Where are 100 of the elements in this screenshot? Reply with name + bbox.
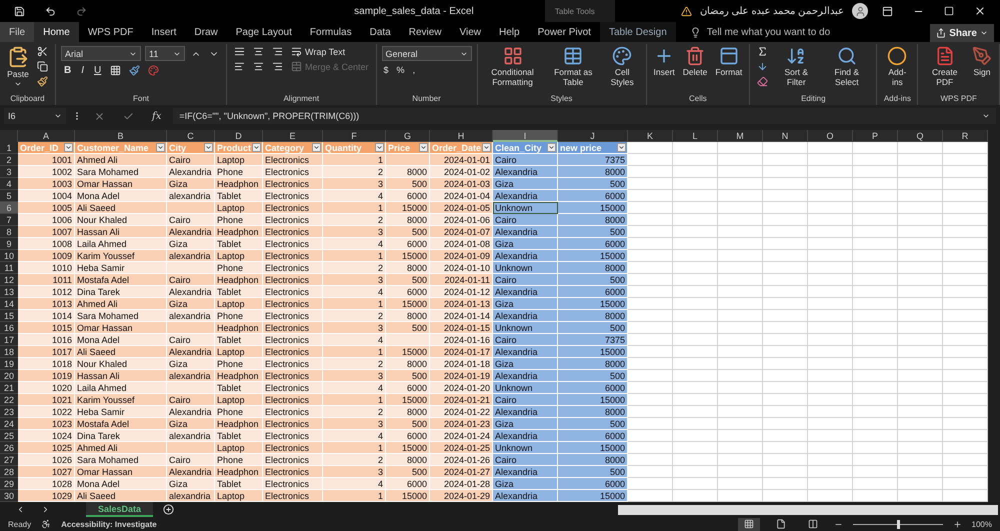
formula-field[interactable]: =IF(C6="", "Unknown", PROPER(TRIM(C6))) [173, 108, 996, 124]
ribbon-tab[interactable]: Table Design [600, 22, 676, 42]
column-header[interactable]: O [808, 130, 853, 142]
column-header[interactable]: M [718, 130, 763, 142]
column-header[interactable]: F [323, 130, 386, 142]
column-header[interactable]: N [763, 130, 808, 142]
name-box[interactable]: I6 [4, 108, 66, 124]
number-format-field[interactable]: General [382, 46, 472, 61]
align-button[interactable] [251, 61, 266, 72]
font-style-button[interactable]: B [61, 65, 74, 76]
row-header[interactable]: 20 [0, 370, 18, 382]
row-header[interactable]: 28 [0, 466, 18, 478]
row-header[interactable]: 21 [0, 382, 18, 394]
row-header[interactable]: 10 [0, 250, 18, 262]
filter-button[interactable] [156, 143, 165, 152]
font-size-field[interactable]: 11 [145, 46, 185, 61]
row-header[interactable]: 19 [0, 358, 18, 370]
sheet-tab[interactable]: SalesData [86, 502, 154, 517]
row-header[interactable]: 1 [0, 142, 18, 154]
row-header[interactable]: 24 [0, 418, 18, 430]
fill-color-button[interactable] [127, 65, 142, 76]
row-header[interactable]: 30 [0, 490, 18, 502]
row-header[interactable]: 11 [0, 262, 18, 274]
row-header[interactable]: 4 [0, 178, 18, 190]
row-header[interactable]: 2 [0, 154, 18, 166]
paste-button[interactable]: Paste [5, 44, 31, 90]
row-header[interactable]: 8 [0, 226, 18, 238]
ribbon-button[interactable]: Sign [970, 44, 994, 79]
column-header[interactable]: D [215, 130, 263, 142]
filter-button[interactable] [547, 143, 556, 152]
row-header[interactable]: 14 [0, 298, 18, 310]
tell-me-field[interactable]: Tell me what you want to do [706, 26, 830, 38]
align-button[interactable] [232, 61, 247, 72]
row-header[interactable]: 23 [0, 406, 18, 418]
column-header[interactable]: H [430, 130, 493, 142]
font-style-button[interactable]: I [78, 65, 88, 76]
column-header[interactable]: J [558, 130, 628, 142]
filter-button[interactable] [375, 143, 384, 152]
column-header[interactable]: C [167, 130, 215, 142]
row-header[interactable]: 17 [0, 334, 18, 346]
format-painter-button[interactable] [35, 76, 50, 87]
ribbon-tab[interactable]: File [0, 22, 34, 42]
ribbon-button[interactable]: Sort & Filter [774, 44, 818, 89]
align-button[interactable] [251, 46, 266, 57]
zoom-level[interactable]: 100% [972, 520, 992, 528]
font-style-button[interactable]: U [91, 65, 104, 76]
filter-button[interactable] [617, 143, 626, 152]
column-header[interactable]: G [386, 130, 430, 142]
row-header[interactable]: 25 [0, 430, 18, 442]
ribbon-button[interactable]: Format as Table [546, 44, 600, 89]
row-header[interactable]: 7 [0, 214, 18, 226]
row-header[interactable]: 22 [0, 394, 18, 406]
column-header[interactable]: A [18, 130, 75, 142]
wrap-text-button[interactable]: Wrap Text [289, 46, 348, 57]
ribbon-tab[interactable]: Home [34, 22, 79, 42]
row-header[interactable]: 26 [0, 442, 18, 454]
row-header[interactable]: 16 [0, 322, 18, 334]
ribbon-button[interactable]: Delete [680, 44, 710, 79]
ribbon-button[interactable]: Add-ins [882, 44, 912, 89]
active-cell[interactable]: Unknown [493, 202, 558, 214]
font-field[interactable]: Arial [61, 46, 141, 61]
column-header[interactable]: B [75, 130, 167, 142]
row-header[interactable]: 5 [0, 190, 18, 202]
row-header[interactable]: 18 [0, 346, 18, 358]
view-button[interactable] [738, 518, 760, 530]
ribbon-button[interactable]: Format [713, 44, 744, 79]
column-header[interactable]: K [628, 130, 673, 142]
filter-button[interactable] [312, 143, 321, 152]
row-header[interactable]: 12 [0, 274, 18, 286]
row-header[interactable]: 13 [0, 286, 18, 298]
filter-button[interactable] [482, 143, 491, 152]
filter-button[interactable] [64, 143, 73, 152]
column-header[interactable]: I [493, 130, 558, 142]
number-format-button[interactable]: $ [382, 65, 391, 75]
column-header[interactable]: E [263, 130, 323, 142]
ribbon-button[interactable]: Insert [652, 44, 677, 79]
font-color-button[interactable] [146, 65, 162, 76]
row-header[interactable]: 27 [0, 454, 18, 466]
column-header[interactable]: P [853, 130, 898, 142]
accessibility-status[interactable]: Accessibility: Investigate [61, 520, 157, 528]
ribbon-button[interactable]: Create PDF [923, 44, 966, 89]
row-header[interactable]: 3 [0, 166, 18, 178]
clear-button[interactable] [755, 76, 770, 87]
align-button[interactable] [232, 46, 247, 57]
row-header[interactable]: 9 [0, 238, 18, 250]
horizontal-scrollbar[interactable] [618, 504, 998, 514]
align-button[interactable] [270, 61, 285, 72]
number-format-button[interactable]: , [410, 65, 418, 75]
share-button[interactable]: Share [930, 24, 994, 42]
row-header[interactable]: 15 [0, 310, 18, 322]
insert-function-button[interactable]: fx [146, 110, 168, 122]
column-header[interactable]: R [943, 130, 988, 142]
copy-button[interactable] [35, 61, 50, 72]
number-format-button[interactable]: % [394, 65, 407, 75]
zoom-thumb[interactable] [896, 520, 900, 528]
filter-button[interactable] [204, 143, 213, 152]
row-header[interactable]: 29 [0, 478, 18, 490]
ribbon-button[interactable]: Find & Select [822, 44, 872, 89]
ribbon-button[interactable]: Conditional Formatting [482, 44, 543, 89]
align-button[interactable] [270, 46, 285, 57]
